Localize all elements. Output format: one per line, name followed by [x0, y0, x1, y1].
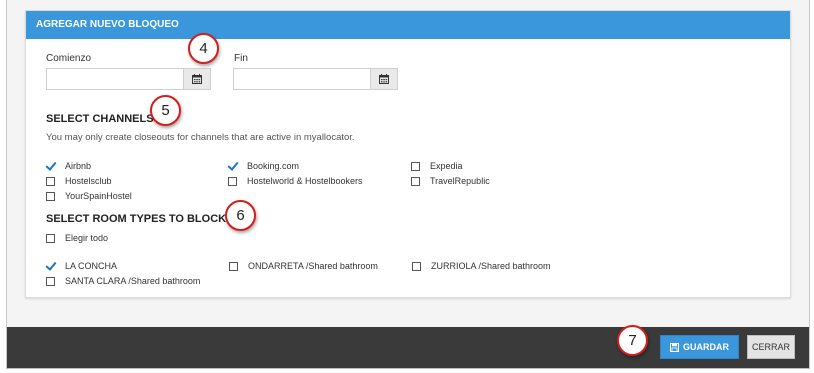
channel-label: Expedia: [430, 161, 463, 171]
room-option-la-concha[interactable]: LA CONCHA: [46, 260, 117, 272]
checkbox[interactable]: [46, 176, 55, 186]
checkbox-checked[interactable]: [228, 162, 237, 171]
room-label: SANTA CLARA /Shared bathroom: [65, 276, 201, 286]
checkbox[interactable]: [412, 261, 421, 271]
checkbox[interactable]: [46, 276, 55, 286]
channel-option-yourspainhostel[interactable]: YourSpainHostel: [46, 190, 132, 202]
channel-label: Hostelsclub: [65, 176, 112, 186]
checkbox[interactable]: [46, 233, 55, 243]
new-block-panel: AGREGAR NUEVO BLOQUEO Comienzo Fin SELEC…: [25, 10, 791, 298]
room-option-ondarreta[interactable]: ONDARRETA /Shared bathroom: [229, 260, 378, 272]
callout-marker: 6: [225, 200, 256, 231]
room-label: ONDARRETA /Shared bathroom: [248, 261, 378, 271]
channels-description: You may only create closeouts for channe…: [46, 132, 355, 143]
save-button[interactable]: GUARDAR: [660, 335, 739, 359]
select-all-label: Elegir todo: [65, 233, 109, 243]
channel-option-airbnb[interactable]: Airbnb: [46, 160, 91, 172]
modal-footer: GUARDAR CERRAR: [7, 327, 809, 368]
channels-title: SELECT CHANNELS: [46, 113, 154, 125]
panel-title: AGREGAR NUEVO BLOQUEO: [26, 11, 790, 39]
checkbox[interactable]: [411, 161, 420, 171]
channel-option-hostelsclub[interactable]: Hostelsclub: [46, 175, 112, 187]
start-calendar-button[interactable]: [183, 69, 210, 89]
end-calendar-button[interactable]: [370, 69, 397, 89]
room-label: ZURRIOLA /Shared bathroom: [431, 261, 551, 271]
checkbox[interactable]: [411, 176, 420, 186]
channel-label: YourSpainHostel: [65, 191, 132, 201]
start-date-label: Comienzo: [46, 53, 92, 64]
room-label: LA CONCHA: [65, 261, 118, 271]
channel-option-booking[interactable]: Booking.com: [228, 160, 299, 172]
calendar-icon: [192, 74, 202, 84]
channel-label: Hostelworld & Hostelbookers: [247, 176, 363, 186]
end-date-label: Fin: [234, 53, 248, 64]
floppy-disk-icon: [670, 342, 679, 352]
modal-frame: AGREGAR NUEVO BLOQUEO Comienzo Fin SELEC…: [6, 0, 810, 369]
callout-marker: 7: [617, 325, 648, 356]
close-button[interactable]: CERRAR: [747, 335, 795, 359]
channel-option-expedia[interactable]: Expedia: [411, 160, 463, 172]
checkbox-checked[interactable]: [46, 262, 55, 271]
calendar-icon: [379, 74, 389, 84]
channel-label: Airbnb: [65, 161, 92, 171]
save-label: GUARDAR: [683, 342, 729, 352]
channel-option-hostelworld[interactable]: Hostelworld & Hostelbookers: [228, 175, 363, 187]
room-option-santa-clara[interactable]: SANTA CLARA /Shared bathroom: [46, 275, 200, 287]
callout-marker: 5: [150, 95, 181, 126]
channel-label: Booking.com: [247, 161, 300, 171]
channel-option-travelrepublic[interactable]: TravelRepublic: [411, 175, 490, 187]
callout-marker: 4: [188, 33, 219, 64]
start-date-input[interactable]: [46, 68, 211, 90]
channel-label: TravelRepublic: [430, 176, 490, 186]
checkbox-checked[interactable]: [46, 162, 55, 171]
room-option-zurriola[interactable]: ZURRIOLA /Shared bathroom: [412, 260, 551, 272]
select-all-option[interactable]: Elegir todo: [46, 232, 108, 244]
room-types-title: SELECT ROOM TYPES TO BLOCK: [46, 213, 227, 225]
checkbox[interactable]: [228, 176, 237, 186]
end-date-input[interactable]: [233, 68, 398, 90]
checkbox[interactable]: [46, 191, 55, 201]
checkbox[interactable]: [229, 261, 238, 271]
